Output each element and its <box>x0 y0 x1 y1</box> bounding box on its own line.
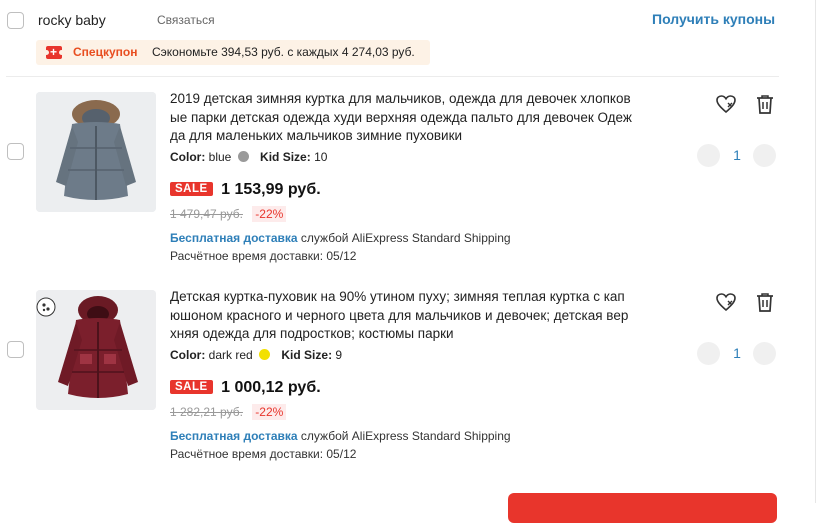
size-label: Kid Size: <box>260 150 311 164</box>
color-label: Color: <box>170 150 206 164</box>
shipping-carrier: службой AliExpress Standard Shipping <box>300 429 511 443</box>
sale-badge: SALE <box>170 380 213 394</box>
wishlist-heart-icon[interactable] <box>715 93 737 115</box>
divider <box>6 76 779 77</box>
sale-badge: SALE <box>170 182 213 196</box>
delivery-estimate: Расчётное время доставки: 05/12 <box>170 249 357 263</box>
product-image[interactable] <box>36 92 156 212</box>
quantity-value[interactable]: 1 <box>727 147 747 163</box>
product-sku: Color: dark red Kid Size: 9 <box>170 348 342 362</box>
item-select-checkbox[interactable] <box>7 143 24 160</box>
product-image[interactable] <box>36 290 156 410</box>
shipping-row: Бесплатная доставка службой AliExpress S… <box>170 429 511 443</box>
store-select-checkbox[interactable] <box>7 12 24 29</box>
old-price-row: 1 282,21 руб. -22% <box>170 404 287 420</box>
get-coupons-link[interactable]: Получить купоны <box>652 11 775 27</box>
price-row: SALE 1 000,12 руб. <box>170 379 321 397</box>
trash-icon[interactable] <box>754 291 776 313</box>
color-value: blue <box>208 150 232 164</box>
cart-page: rocky baby Связаться Получить купоны + С… <box>0 0 840 523</box>
product-sku: Color: blue Kid Size: 10 <box>170 150 327 164</box>
old-price-row: 1 479,47 руб. -22% <box>170 206 287 222</box>
coupon-banner: + Спецкупон Сэкономьте 394,53 руб. с каж… <box>36 40 430 65</box>
quantity-increase-button[interactable] <box>753 144 776 167</box>
coupon-label: Спецкупон <box>73 45 138 59</box>
quantity-value[interactable]: 1 <box>727 345 747 361</box>
color-swatch <box>259 349 271 360</box>
size-value: 10 <box>314 150 328 164</box>
price-row: SALE 1 153,99 руб. <box>170 181 321 199</box>
free-shipping-link[interactable]: Бесплатная доставка <box>170 429 298 443</box>
wishlist-heart-icon[interactable] <box>715 291 737 313</box>
color-label: Color: <box>170 348 206 362</box>
free-shipping-link[interactable]: Бесплатная доставка <box>170 231 298 245</box>
color-value: dark red <box>208 348 253 362</box>
product-title[interactable]: 2019 детская зимняя куртка для мальчиков… <box>170 90 632 146</box>
quantity-decrease-button[interactable] <box>697 342 720 365</box>
discount-badge: -22% <box>252 206 287 222</box>
checkout-button[interactable] <box>508 493 777 523</box>
cart-item: Детская куртка-пуховик на 90% утином пух… <box>0 288 815 480</box>
discount-badge: -22% <box>252 404 287 420</box>
item-select-checkbox[interactable] <box>7 341 24 358</box>
price: 1 153,99 руб. <box>221 181 321 198</box>
cart-item: 2019 детская зимняя куртка для мальчиков… <box>0 90 815 282</box>
trash-icon[interactable] <box>754 93 776 115</box>
size-value: 9 <box>335 348 343 362</box>
size-label: Kid Size: <box>281 348 333 362</box>
panel-edge <box>815 0 816 503</box>
color-swatch <box>237 151 249 162</box>
shipping-carrier: службой AliExpress Standard Shipping <box>300 231 511 245</box>
delivery-estimate: Расчётное время доставки: 05/12 <box>170 447 357 461</box>
price: 1 000,12 руб. <box>221 379 321 396</box>
coupon-text: Сэкономьте 394,53 руб. с каждых 4 274,03… <box>152 45 415 59</box>
quantity-decrease-button[interactable] <box>697 144 720 167</box>
quantity-increase-button[interactable] <box>753 342 776 365</box>
coupon-icon: + <box>44 45 64 59</box>
contact-seller-link[interactable]: Связаться <box>157 13 215 27</box>
product-title[interactable]: Детская куртка-пуховик на 90% утином пух… <box>170 288 632 344</box>
old-price: 1 479,47 руб. <box>170 207 243 221</box>
store-name[interactable]: rocky baby <box>38 12 106 28</box>
old-price: 1 282,21 руб. <box>170 405 243 419</box>
shipping-row: Бесплатная доставка службой AliExpress S… <box>170 231 511 245</box>
